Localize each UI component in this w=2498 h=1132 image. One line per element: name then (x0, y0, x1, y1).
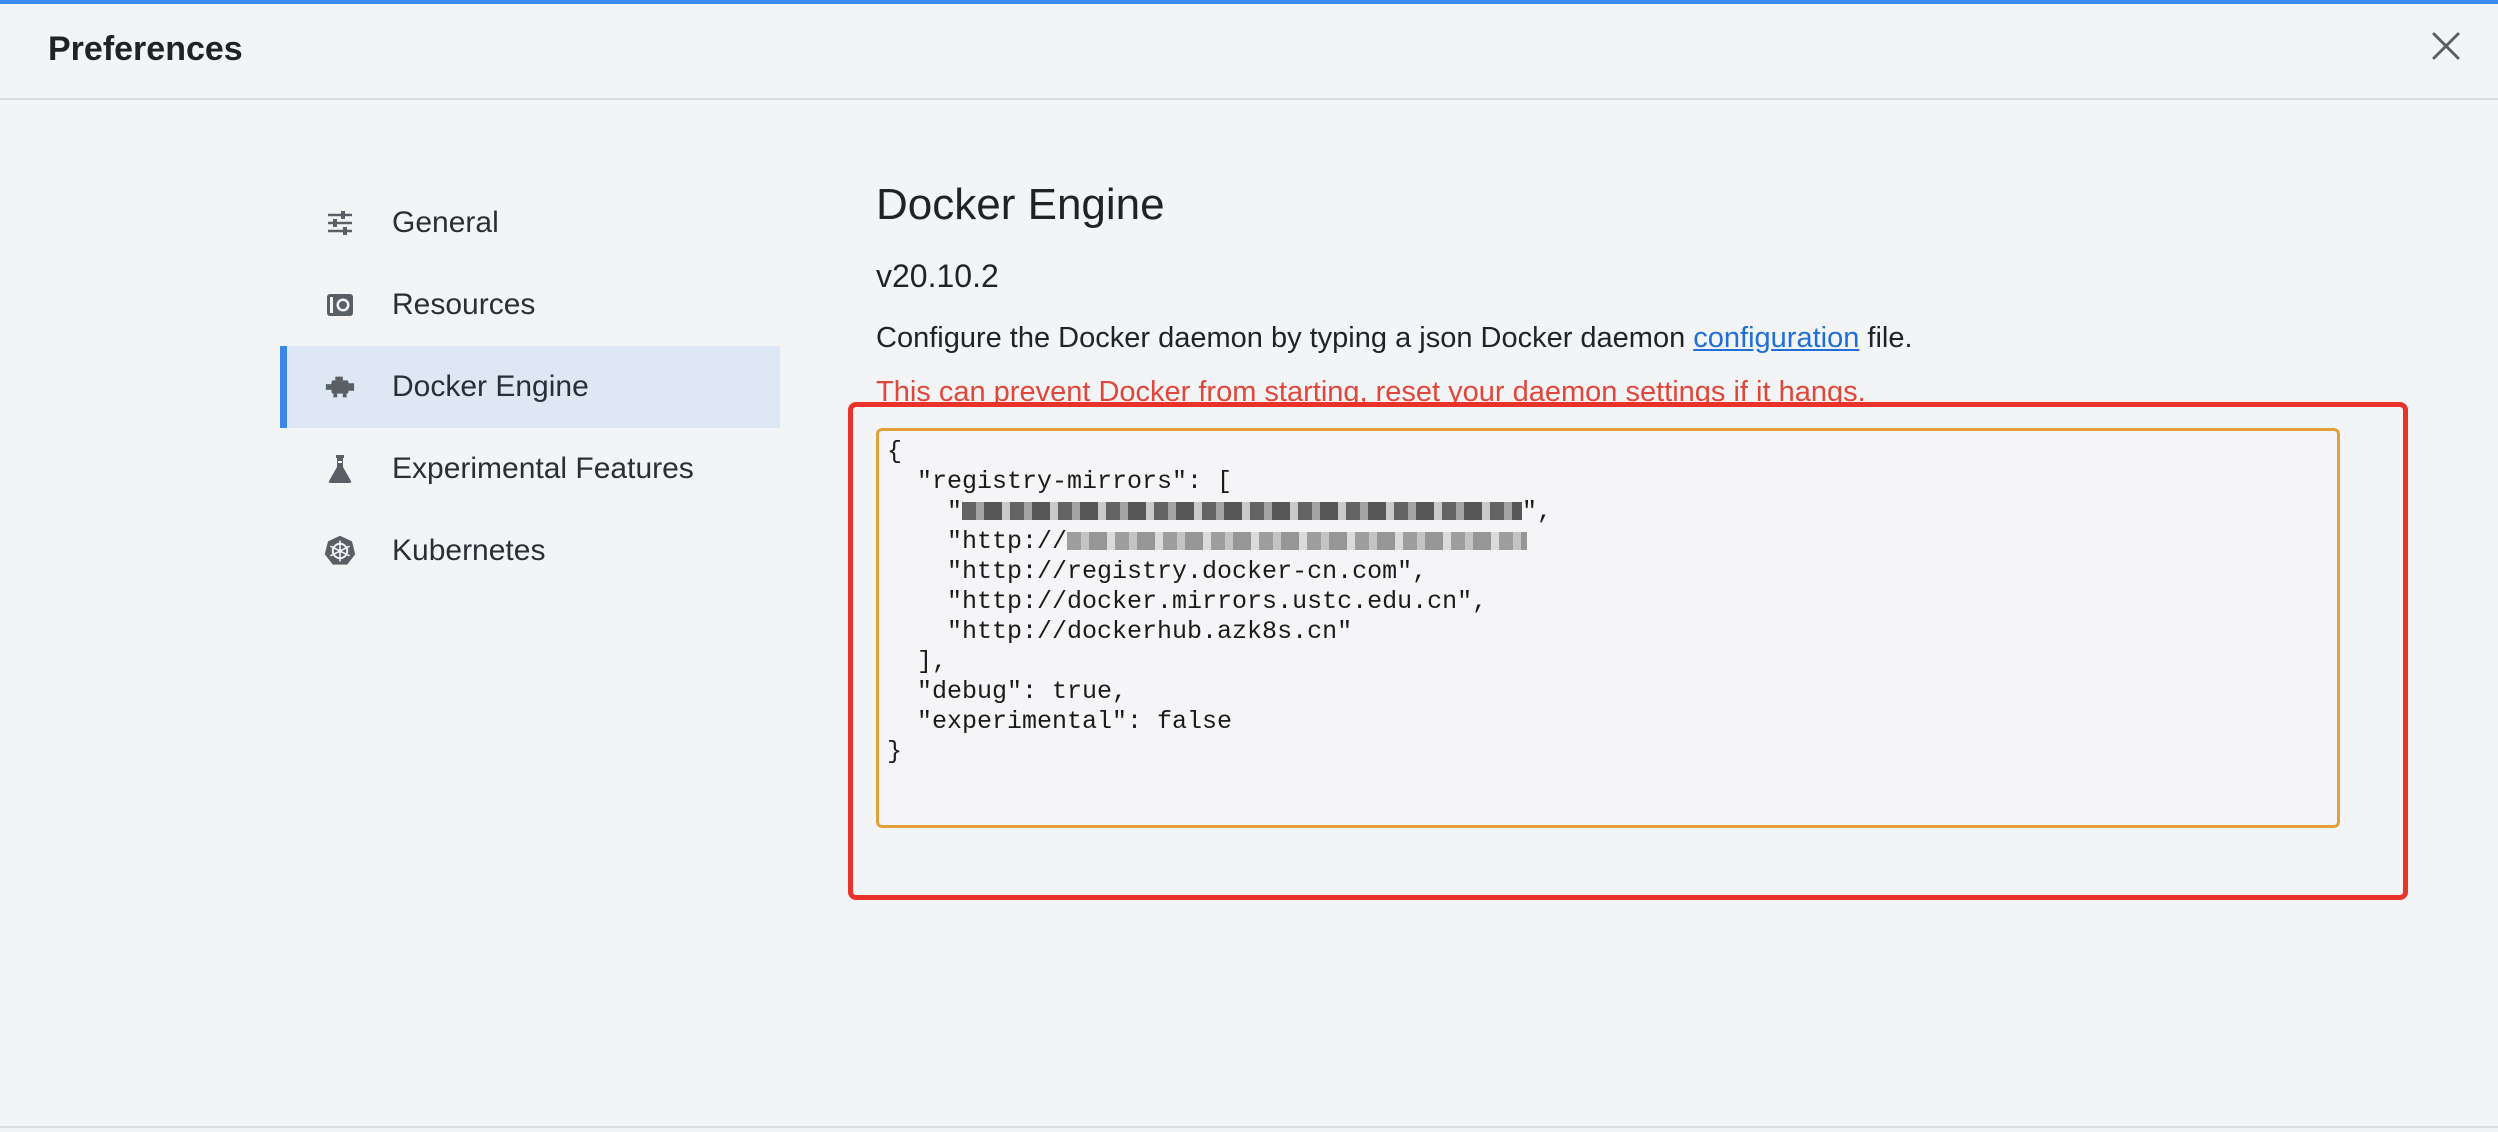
helm-wheel-icon (324, 535, 356, 567)
config-line: { (887, 437, 903, 466)
warning-message: This can prevent Docker from starting, r… (876, 376, 1866, 408)
configuration-link[interactable]: configuration (1693, 322, 1859, 354)
disk-icon (324, 289, 356, 321)
config-line: "registry-mirrors": [ (887, 467, 1233, 496)
description-text: Configure the Docker daemon by typing a … (876, 322, 1694, 354)
sidebar-item-resources[interactable]: Resources (280, 264, 780, 346)
redacted-text (962, 502, 1523, 521)
config-line: ], (887, 647, 948, 676)
config-line: "http://dockerhub.azk8s.cn" (887, 617, 1353, 646)
config-line: } (887, 737, 903, 766)
engine-version: v20.10.2 (876, 258, 999, 294)
sidebar-item-label: Experimental Features (392, 452, 694, 485)
config-line-redacted: "http:// (887, 527, 2337, 557)
daemon-config-editor[interactable]: { "registry-mirrors": [ " ", "http:// "ht… (876, 428, 2340, 828)
close-button[interactable] (2426, 26, 2466, 66)
window-title: Preferences (48, 30, 243, 68)
engine-icon (324, 371, 356, 403)
description: Configure the Docker daemon by typing a … (876, 322, 1913, 355)
close-icon (2432, 32, 2460, 60)
preferences-sidebar: General Resources Docker Engine Experime… (280, 182, 780, 592)
description-text-end: file. (1859, 322, 1913, 354)
sidebar-item-label: Resources (392, 288, 536, 321)
config-line: "http://registry.docker-cn.com", (887, 557, 1428, 586)
preferences-header: Preferences (0, 4, 2498, 100)
sidebar-item-kubernetes[interactable]: Kubernetes (280, 510, 780, 592)
page-title: Docker Engine (876, 180, 1165, 229)
config-line: "experimental": false (887, 707, 1233, 736)
sidebar-item-label: General (392, 206, 499, 239)
sidebar-item-general[interactable]: General (280, 182, 780, 264)
sidebar-item-label: Docker Engine (392, 370, 589, 403)
redacted-text (1067, 532, 1528, 551)
sliders-icon (324, 207, 356, 239)
flask-icon (324, 453, 356, 485)
sidebar-item-docker-engine[interactable]: Docker Engine (280, 346, 780, 428)
config-line: "http://docker.mirrors.ustc.edu.cn", (887, 587, 1488, 616)
config-line-redacted: " ", (887, 497, 1553, 526)
sidebar-item-label: Kubernetes (392, 534, 546, 567)
footer-divider (0, 1126, 2498, 1128)
config-line: "debug": true, (887, 677, 1128, 706)
sidebar-item-experimental-features[interactable]: Experimental Features (280, 428, 780, 510)
